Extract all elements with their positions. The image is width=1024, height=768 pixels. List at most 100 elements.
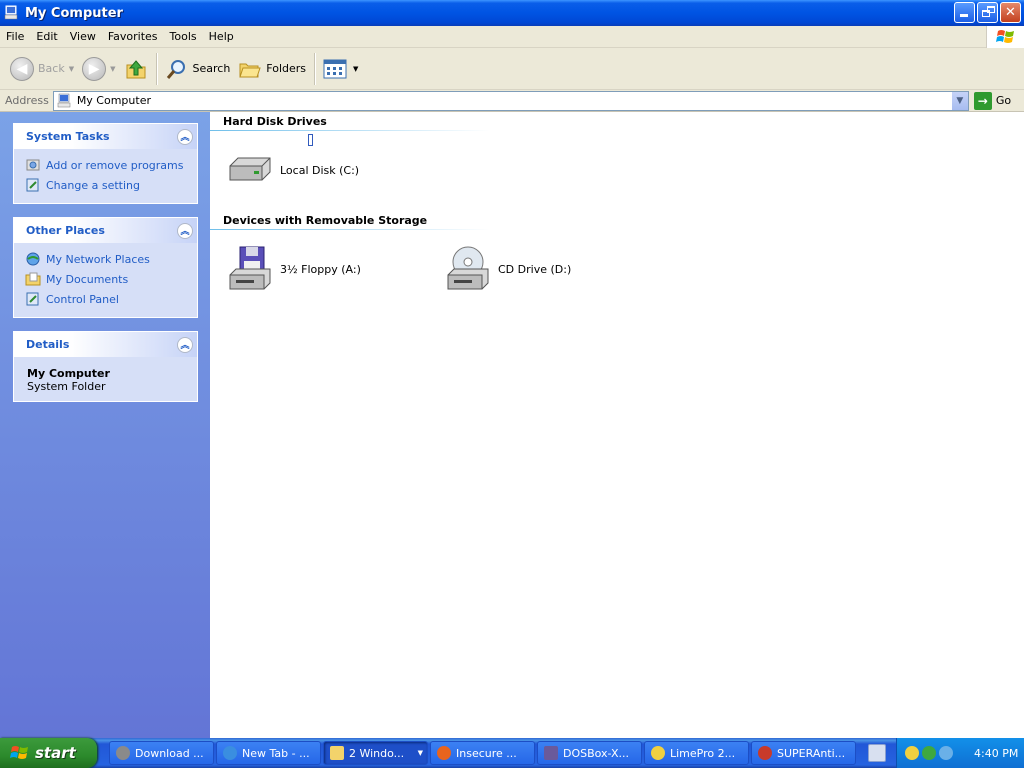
- address-dropdown-icon[interactable]: ▼: [950, 91, 968, 110]
- folders-icon: [239, 63, 261, 77]
- language-bar-icon[interactable]: [868, 744, 886, 762]
- forward-button[interactable]: ▶ ▼: [78, 51, 119, 87]
- menu-file[interactable]: File: [0, 30, 30, 43]
- task-label: Add or remove programs: [46, 158, 184, 172]
- other-places-title: Other Places: [26, 224, 105, 237]
- system-tasks-title: System Tasks: [26, 130, 110, 143]
- task-change-setting[interactable]: Change a setting: [25, 175, 187, 195]
- folders-button[interactable]: Folders: [234, 51, 310, 87]
- taskbar-button-label: 2 Windo...: [349, 746, 405, 760]
- taskbar-button-label: Download ...: [135, 746, 204, 760]
- forward-dropdown-icon[interactable]: ▼: [110, 65, 115, 73]
- place-control-panel[interactable]: Control Panel: [25, 289, 187, 309]
- internet-explorer-icon: [223, 746, 237, 760]
- back-label: Back: [38, 62, 65, 75]
- taskbar-button-label: Insecure ...: [456, 746, 517, 760]
- menu-view[interactable]: View: [64, 30, 102, 43]
- place-label: Control Panel: [46, 292, 119, 306]
- place-my-documents[interactable]: My Documents: [25, 269, 187, 289]
- taskbar: start Download ... New Tab - ... 2 Windo…: [0, 738, 1024, 768]
- clock: 4:40 PM: [974, 746, 1019, 760]
- taskbar-button-label: DOSBox-X...: [563, 746, 630, 760]
- details-panel: Details ︽ My Computer System Folder: [13, 331, 198, 402]
- task-pane: System Tasks ︽ Add or remove programs Ch…: [0, 112, 210, 738]
- drive-local-disk-c[interactable]: Local Disk (C:): [226, 154, 359, 186]
- back-arrow-icon: ◀: [10, 56, 34, 81]
- content-pane: Hard Disk Drives Local Disk (C:) Devices…: [210, 112, 1024, 738]
- task-add-remove-programs[interactable]: Add or remove programs: [25, 155, 187, 175]
- search-button[interactable]: Search: [161, 51, 235, 87]
- limewire-icon: [651, 746, 665, 760]
- go-label: Go: [995, 94, 1012, 107]
- network-tray-icon[interactable]: [922, 746, 936, 760]
- views-button[interactable]: ▼: [319, 51, 362, 87]
- taskbar-button-new-tab[interactable]: New Tab - ...: [216, 741, 321, 765]
- drive-label: CD Drive (D:): [498, 262, 572, 276]
- views-icon: [323, 59, 347, 78]
- collapse-chevron-icon[interactable]: ︽: [177, 336, 193, 353]
- close-button[interactable]: ✕: [1000, 2, 1021, 23]
- menu-bar: File Edit View Favorites Tools Help: [0, 26, 1024, 48]
- my-documents-icon: [25, 272, 41, 286]
- firefox-icon: [437, 746, 451, 760]
- drive-cd-d[interactable]: CD Drive (D:): [444, 245, 571, 293]
- taskbar-button-windows-group[interactable]: 2 Windo... ▼: [323, 741, 428, 765]
- menu-tools[interactable]: Tools: [164, 30, 203, 43]
- start-label: start: [35, 744, 76, 762]
- system-tasks-panel: System Tasks ︽ Add or remove programs Ch…: [13, 123, 198, 204]
- system-tray: 4:40 PM: [896, 738, 1024, 768]
- menu-favorites[interactable]: Favorites: [102, 30, 164, 43]
- taskbar-button-limepro[interactable]: LimePro 2...: [644, 741, 749, 765]
- restore-button[interactable]: [977, 2, 998, 23]
- search-label: Search: [192, 62, 231, 75]
- back-button[interactable]: ◀ Back ▼: [6, 51, 78, 87]
- menu-help[interactable]: Help: [203, 30, 240, 43]
- title-bar[interactable]: My Computer ✕: [0, 0, 1024, 26]
- go-arrow-icon: →: [973, 91, 992, 110]
- toolbar-separator: [314, 52, 316, 85]
- folders-label: Folders: [266, 62, 307, 75]
- address-bar: Address My Computer ▼ → Go: [0, 90, 1024, 112]
- address-value: My Computer: [76, 94, 151, 107]
- download-manager-icon: [116, 746, 130, 760]
- collapse-chevron-icon[interactable]: ︽: [177, 222, 193, 239]
- taskbar-button-superanti[interactable]: SUPERAnti...: [751, 741, 856, 765]
- back-dropdown-icon[interactable]: ▼: [69, 65, 74, 73]
- network-places-icon: [26, 252, 40, 266]
- drive-floppy-a[interactable]: 3½ Floppy (A:): [226, 245, 361, 293]
- system-tasks-header[interactable]: System Tasks ︽: [14, 124, 197, 149]
- address-input[interactable]: My Computer ▼: [52, 90, 969, 111]
- control-panel-icon: [26, 178, 39, 192]
- limewire-tray-icon[interactable]: [905, 746, 919, 760]
- my-computer-icon: [4, 5, 18, 20]
- folder-icon: [330, 746, 344, 760]
- dosbox-icon: [544, 746, 558, 760]
- up-folder-button[interactable]: [120, 51, 152, 87]
- minimize-icon: [960, 14, 968, 17]
- group-header-removable-storage: Devices with Removable Storage: [223, 214, 428, 227]
- menu-edit[interactable]: Edit: [30, 30, 63, 43]
- task-label: Change a setting: [46, 178, 140, 192]
- place-my-network-places[interactable]: My Network Places: [25, 249, 187, 269]
- group-divider: [210, 130, 490, 131]
- start-button[interactable]: start: [0, 738, 97, 768]
- details-type: System Folder: [27, 380, 106, 393]
- up-folder-icon: [126, 59, 145, 78]
- focus-indicator: [308, 134, 313, 146]
- collapse-chevron-icon[interactable]: ︽: [177, 128, 193, 145]
- taskbar-button-dosbox[interactable]: DOSBox-X...: [537, 741, 642, 765]
- windows-logo-icon: [986, 26, 1024, 48]
- minimize-button[interactable]: [954, 2, 975, 23]
- security-tray-icon[interactable]: [939, 746, 953, 760]
- other-places-header[interactable]: Other Places ︽: [14, 218, 197, 243]
- views-dropdown-icon[interactable]: ▼: [353, 65, 358, 73]
- go-button[interactable]: → Go: [973, 91, 1012, 110]
- taskbar-button-insecure[interactable]: Insecure ...: [430, 741, 535, 765]
- windows-flag-icon: [10, 746, 28, 759]
- search-icon: [166, 59, 185, 79]
- drive-label: 3½ Floppy (A:): [280, 262, 361, 276]
- taskbar-button-download[interactable]: Download ...: [109, 741, 214, 765]
- window-title: My Computer: [25, 5, 123, 21]
- hard-disk-icon: [229, 157, 271, 181]
- details-header[interactable]: Details ︽: [14, 332, 197, 357]
